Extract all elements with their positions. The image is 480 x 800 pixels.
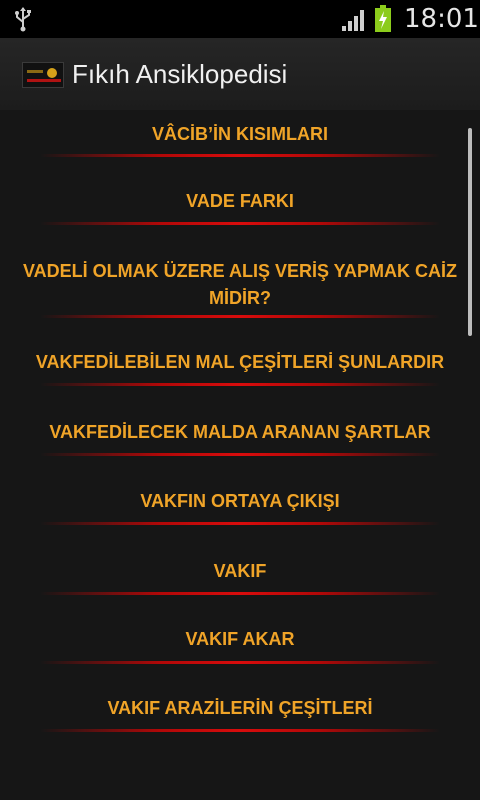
- list-item[interactable]: VAKIF: [0, 557, 480, 605]
- list-item[interactable]: VADELİ OLMAK ÜZERE ALIŞ VERİŞ YAPMAK CAİ…: [0, 257, 480, 318]
- list-item[interactable]: VAKFIN ORTAYA ÇIKIŞI: [0, 487, 480, 535]
- list-divider: [40, 592, 440, 595]
- list-divider: [40, 453, 440, 456]
- list-item[interactable]: VAKFEDİLEBİLEN MAL ÇEŞİTLERİ ŞUNLARDIR: [0, 348, 480, 396]
- list-item-label: VADELİ OLMAK ÜZERE ALIŞ VERİŞ YAPMAK CAİ…: [22, 261, 458, 308]
- list-item-label: VAKFEDİLEBİLEN MAL ÇEŞİTLERİ ŞUNLARDIR: [35, 352, 445, 372]
- list-item-label: VAKIF: [213, 561, 267, 581]
- list-divider: [40, 154, 440, 157]
- list-item-label: VADE FARKI: [186, 191, 294, 211]
- list-divider: [40, 729, 440, 732]
- usb-icon: [15, 7, 31, 32]
- battery-charging-icon: [375, 5, 391, 32]
- status-clock: 18:01: [404, 4, 479, 34]
- list-divider: [40, 222, 440, 225]
- list-item-label: VAKIF ARAZİLERİN ÇEŞİTLERİ: [107, 698, 373, 718]
- list-divider: [40, 661, 440, 664]
- list-divider: [40, 522, 440, 525]
- action-bar: Fıkıh Ansiklopedisi: [0, 38, 480, 111]
- list-divider: [40, 383, 440, 386]
- app-title: Fıkıh Ansiklopedisi: [72, 59, 288, 89]
- topic-list: VÂCİB’İN KISIMLARI VADE FARKI VADELİ OLM…: [0, 110, 480, 800]
- list-item[interactable]: VAKIF ARAZİLERİN ÇEŞİTLERİ: [0, 694, 480, 742]
- signal-icon: [342, 10, 364, 31]
- app-logo-icon[interactable]: [22, 62, 64, 88]
- list-item[interactable]: VAKIF AKAR: [0, 625, 480, 673]
- list-item[interactable]: VÂCİB’İN KISIMLARI: [0, 118, 480, 166]
- scrollbar-thumb[interactable]: [468, 128, 472, 336]
- list-item-label: VAKFIN ORTAYA ÇIKIŞI: [140, 491, 340, 511]
- list-item-label: VAKIF AKAR: [185, 629, 295, 649]
- status-bar: 18:01: [0, 0, 480, 38]
- list-item[interactable]: VAKFEDİLECEK MALDA ARANAN ŞARTLAR: [0, 418, 480, 466]
- list-item-label: VAKFEDİLECEK MALDA ARANAN ŞARTLAR: [49, 422, 431, 442]
- screen: 18:01 Fıkıh Ansiklopedisi VÂCİB’İN KISIM…: [0, 0, 480, 800]
- list-divider: [40, 315, 440, 318]
- list-item[interactable]: VADE FARKI: [0, 187, 480, 235]
- list-item-label: VÂCİB’İN KISIMLARI: [151, 124, 328, 144]
